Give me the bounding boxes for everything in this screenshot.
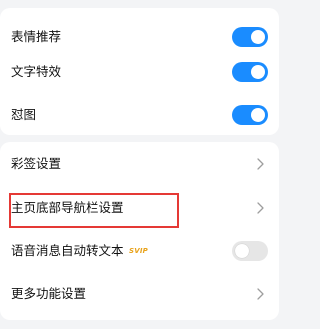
emoji-recommend-row[interactable]: 表情推荐 — [0, 17, 279, 57]
voice-to-text-row[interactable]: 语音消息自动转文本 SVIP — [0, 231, 279, 271]
text-effects-row[interactable]: 文字特效 — [0, 52, 279, 92]
voice-to-text-label: 语音消息自动转文本 — [11, 243, 124, 258]
dui-tu-row[interactable]: 怼图 — [0, 95, 279, 135]
caiqian-settings-row[interactable]: 彩签设置 — [0, 144, 279, 184]
more-feature-settings-label: 更多功能设置 — [11, 286, 87, 301]
emoji-recommend-label: 表情推荐 — [11, 29, 62, 44]
highlight-box — [9, 193, 179, 228]
dui-tu-label: 怼图 — [11, 107, 37, 122]
voice-to-text-toggle[interactable] — [232, 241, 268, 261]
caiqian-settings-label: 彩签设置 — [11, 156, 62, 171]
text-effects-label: 文字特效 — [11, 64, 62, 79]
text-effects-toggle[interactable] — [232, 62, 268, 82]
svip-badge: SVIP — [129, 246, 148, 255]
toggles-card: 表情推荐 文字特效 怼图 — [0, 8, 279, 135]
toggle-knob — [251, 108, 265, 122]
toggle-knob — [251, 30, 265, 44]
more-feature-settings-row[interactable]: 更多功能设置 — [0, 274, 279, 314]
toggle-knob — [235, 244, 249, 258]
chevron-right-icon — [257, 158, 264, 170]
chevron-right-icon — [257, 288, 264, 300]
toggle-knob — [251, 65, 265, 79]
dui-tu-toggle[interactable] — [232, 105, 268, 125]
emoji-recommend-toggle[interactable] — [232, 27, 268, 47]
settings-card: 彩签设置 主页底部导航栏设置 语音消息自动转文本 SVIP 更多功能设置 — [0, 142, 279, 320]
chevron-right-icon — [257, 202, 264, 214]
